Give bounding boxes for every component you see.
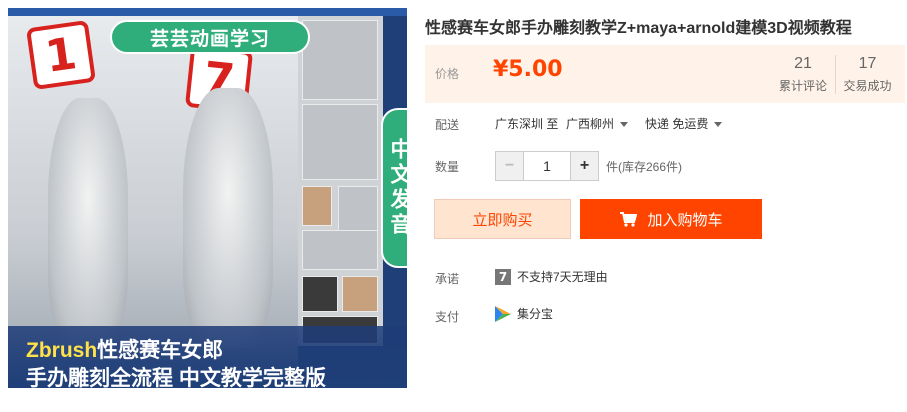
thumbnail-render (302, 230, 378, 270)
quantity-label: 数量 (435, 160, 460, 174)
caption-line-1: Zbrush性感赛车女郎 (26, 334, 223, 364)
render-thumbnail-strip (298, 16, 383, 346)
language-banner: 中文发音 (381, 108, 407, 268)
review-label: 累计评论 (778, 79, 827, 93)
cart-icon (620, 212, 638, 227)
delivery-label: 配送 (435, 118, 460, 132)
product-main-image[interactable]: 1 7 芸芸动画学习 中文发音 Zbrush性感赛车女郎 手办雕刻全流程 中文教… (8, 8, 407, 388)
image-frame-top (8, 8, 407, 16)
buy-now-label: 立即购买 (472, 211, 533, 229)
price-panel: 价格 ¥5.00 21 累计评论 17 交易成功 (425, 45, 905, 103)
caption-line-2: 手办雕刻全流程 中文教学完整版 (26, 367, 326, 388)
jifenbao-icon (495, 305, 511, 322)
add-to-cart-label: 加入购物车 (647, 211, 723, 229)
quantity-stepper: − + (495, 151, 599, 181)
increase-button[interactable]: + (570, 152, 598, 180)
figure-back-render (183, 88, 273, 348)
caption-text: 性感赛车女郎 (97, 339, 224, 362)
shipping-method: 快递 免运费 (645, 117, 709, 131)
promise-item[interactable]: 7 不支持7天无理由 (495, 268, 608, 285)
price-value: ¥5.00 (493, 57, 563, 82)
chevron-down-icon (714, 122, 723, 128)
price-label: 价格 (435, 67, 460, 81)
quantity-input[interactable] (524, 152, 570, 180)
payment-item[interactable]: 集分宝 (495, 305, 553, 322)
delivery-origin: 广东深圳 至 (495, 117, 559, 131)
decrease-button[interactable]: − (496, 152, 524, 180)
no-7day-return-icon: 7 (495, 268, 511, 285)
sales-count: 17 (858, 55, 877, 72)
thumbnail-render (302, 186, 332, 226)
delivery-destination-select[interactable]: 广西柳州 (566, 115, 629, 132)
race-sign-number: 1 (42, 27, 80, 83)
payment-method: 集分宝 (517, 307, 554, 321)
add-to-cart-button[interactable]: 加入购物车 (580, 199, 762, 239)
thumbnail-render (302, 20, 378, 100)
product-title: 性感赛车女郎手办雕刻教学Z+maya+arnold建模3D视频教程 (425, 20, 852, 37)
delivery-destination: 广西柳州 (566, 117, 615, 131)
channel-banner: 芸芸动画学习 (110, 20, 310, 54)
thumbnail-render (302, 276, 338, 312)
stock-info: 件(库存266件) (606, 160, 683, 174)
promise-text: 不支持7天无理由 (517, 270, 608, 284)
buy-now-button[interactable]: 立即购买 (434, 199, 571, 239)
race-sign-left: 1 (25, 19, 97, 91)
figure-front-render (48, 98, 128, 348)
review-count: 21 (794, 55, 812, 72)
shipping-method-select[interactable]: 快递 免运费 (645, 115, 723, 132)
caption-highlight: Zbrush (26, 339, 98, 362)
review-stat[interactable]: 21 累计评论 (771, 55, 835, 94)
chevron-down-icon (620, 122, 629, 128)
thumbnail-render (342, 276, 378, 312)
thumbnail-render (338, 186, 378, 236)
sales-stat: 17 交易成功 (835, 55, 899, 94)
promise-label: 承诺 (435, 272, 460, 286)
thumbnail-render (302, 104, 378, 180)
sales-label: 交易成功 (843, 79, 892, 93)
payment-label: 支付 (435, 310, 460, 324)
